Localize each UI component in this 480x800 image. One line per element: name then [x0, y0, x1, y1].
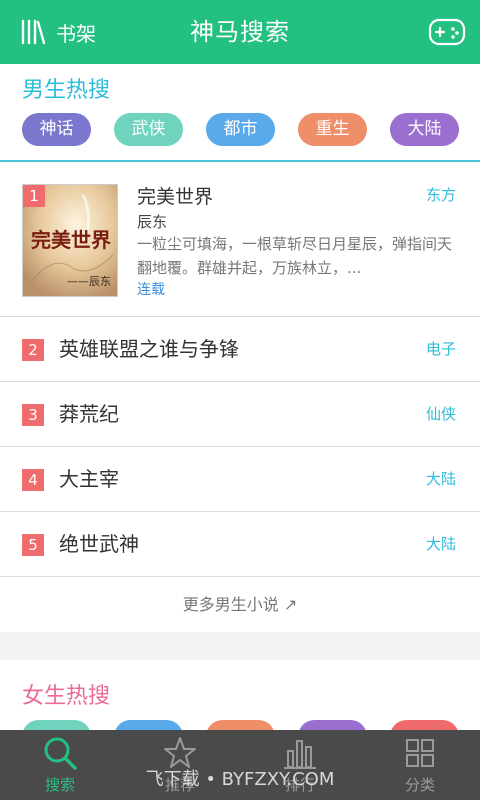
book-category: 大陆 [425, 535, 456, 553]
book-title: 英雄联盟之谁与争锋 [59, 337, 239, 361]
tag-chongsheng[interactable]: 重生 [298, 113, 367, 146]
boys-tag-list: 神话 武侠 都市 重生 大陆 [22, 113, 459, 146]
nav-search[interactable]: 搜索 [0, 730, 120, 800]
boys-hot-section: 男生热搜 神话 武侠 都市 重生 大陆 完美世界 ——辰东 1 完美世界 辰东 … [0, 64, 480, 632]
rank-badge: 2 [22, 339, 44, 361]
nav-recommend[interactable]: 推荐 [120, 730, 240, 800]
nav-label: 搜索 [44, 776, 75, 794]
book-category: 电子 [425, 340, 456, 358]
book-item[interactable]: 3 莽荒纪 仙侠 [0, 382, 480, 447]
book-item[interactable]: 4 大主宰 大陆 [0, 447, 480, 512]
bar-chart-icon [284, 740, 316, 769]
tag-dushi[interactable]: 都市 [206, 113, 275, 146]
book-category: 仙侠 [425, 405, 456, 423]
book-author: 辰东 [137, 213, 168, 231]
book-category: 大陆 [425, 470, 456, 488]
top-bar: 书架 神马搜索 [0, 0, 480, 64]
more-boys-novels-link[interactable]: 更多男生小说 ↗ [0, 577, 480, 632]
girls-hot-section: 女生热搜 [0, 660, 480, 753]
book-cover: 完美世界 ——辰东 1 [22, 184, 118, 297]
nav-label: 分类 [404, 776, 435, 794]
nav-category[interactable]: 分类 [360, 730, 480, 800]
tag-dalu[interactable]: 大陆 [390, 113, 459, 146]
rank-badge: 3 [22, 404, 44, 426]
book-category: 东方 [425, 186, 456, 204]
book-status: 连载 [137, 282, 165, 298]
book-title: 绝世武神 [59, 532, 139, 556]
nav-label: 排行 [284, 776, 315, 794]
book-title: 完美世界 [137, 186, 214, 208]
book-description: 一粒尘可填海，一根草斩尽日月星辰，弹指间天翻地覆。群雄并起，万族林立，... [137, 235, 453, 277]
rank-badge: 1 [23, 185, 45, 207]
book-item[interactable]: 2 英雄联盟之谁与争锋 电子 [0, 317, 480, 382]
bottom-nav: 搜索 推荐 排行 分类 [0, 730, 480, 800]
star-icon [164, 737, 196, 768]
cover-title-text: 完美世界 [31, 228, 111, 252]
book-item[interactable]: 5 绝世武神 大陆 [0, 512, 480, 577]
page-title: 神马搜索 [190, 18, 290, 46]
rank-badge: 5 [22, 534, 44, 556]
nav-ranking[interactable]: 排行 [240, 730, 360, 800]
gamepad-icon[interactable] [428, 14, 466, 50]
book-item-featured[interactable]: 完美世界 ——辰东 1 完美世界 辰东 一粒尘可填海，一根草斩尽日月星辰，弹指间… [0, 162, 480, 317]
search-icon [44, 737, 77, 770]
grid-icon [406, 739, 434, 767]
tag-shenhua[interactable]: 神话 [22, 113, 91, 146]
nav-label: 推荐 [164, 776, 195, 794]
book-title: 莽荒纪 [59, 402, 119, 426]
tag-wuxia[interactable]: 武侠 [114, 113, 183, 146]
rank-badge: 4 [22, 469, 44, 491]
book-title: 大主宰 [59, 467, 119, 491]
boys-section-title: 男生热搜 [22, 78, 111, 103]
cover-author-text: ——辰东 [67, 275, 111, 288]
girls-section-title: 女生热搜 [22, 684, 111, 709]
